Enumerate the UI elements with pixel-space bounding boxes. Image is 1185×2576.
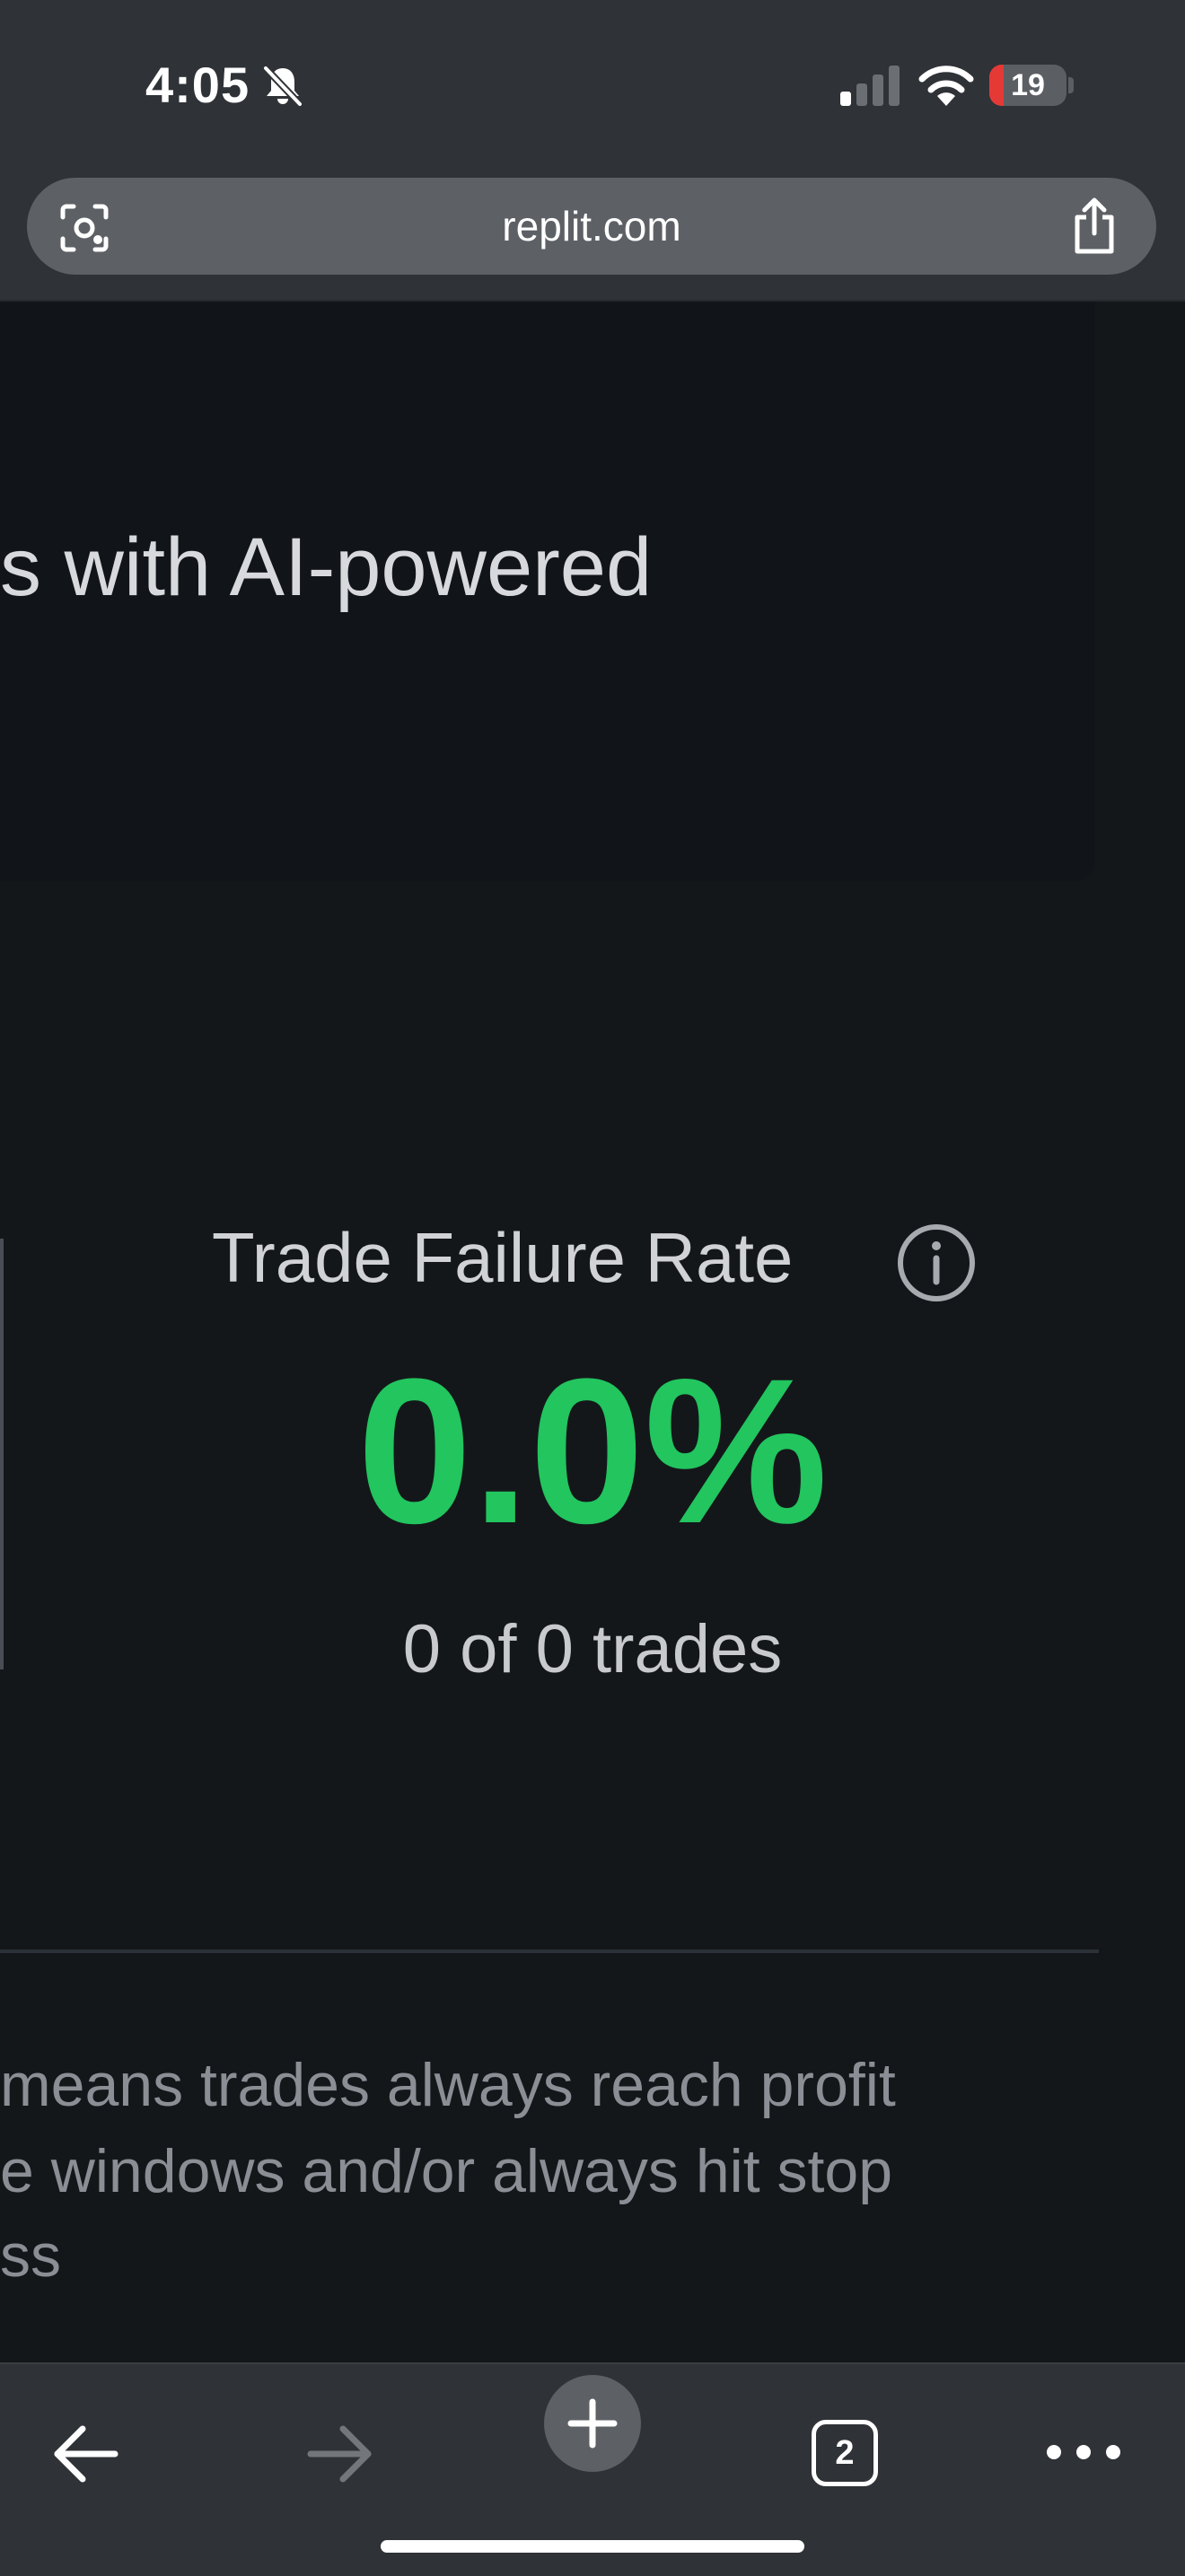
metric-value: 0.0% <box>356 1336 829 1566</box>
note-line: means trades always reach profit <box>0 2051 896 2119</box>
metric-subtitle: 0 of 0 trades <box>402 1611 783 1687</box>
browser-top-chrome: 4:05 19 replit.com <box>0 0 1185 302</box>
home-indicator <box>381 2540 804 2553</box>
note-line: e windows and/or always hit stop <box>0 2137 893 2205</box>
page-content: s with AI-powered Trade Failure Rate 0.0… <box>0 302 1185 2362</box>
wifi-icon <box>918 66 974 106</box>
share-icon[interactable] <box>1068 197 1120 255</box>
status-time: 4:05 <box>145 57 250 113</box>
signal-icon <box>840 66 900 106</box>
note-line: ss <box>0 2221 61 2290</box>
plus-icon <box>567 2398 618 2449</box>
tabs-button[interactable]: 2 <box>812 2420 878 2486</box>
lens-icon[interactable] <box>59 203 110 253</box>
new-tab-button[interactable] <box>544 2375 641 2472</box>
header-panel: s with AI-powered <box>0 302 1095 881</box>
forward-arrow-icon[interactable] <box>303 2420 375 2488</box>
divider <box>0 1950 1099 1953</box>
metric-title: Trade Failure Rate <box>212 1218 794 1297</box>
url-bar[interactable]: replit.com <box>27 178 1156 275</box>
more-icon[interactable] <box>1043 2434 1124 2470</box>
bell-slash-icon <box>263 66 303 107</box>
battery-label: 19 <box>1011 68 1045 102</box>
battery-indicator: 19 <box>989 65 1075 106</box>
url-text[interactable]: replit.com <box>27 178 1156 275</box>
browser-toolbar: 2 <box>0 2362 1185 2576</box>
hero-text: s with AI-powered <box>0 521 653 613</box>
info-icon[interactable] <box>896 1222 977 1303</box>
back-arrow-icon[interactable] <box>50 2420 122 2488</box>
